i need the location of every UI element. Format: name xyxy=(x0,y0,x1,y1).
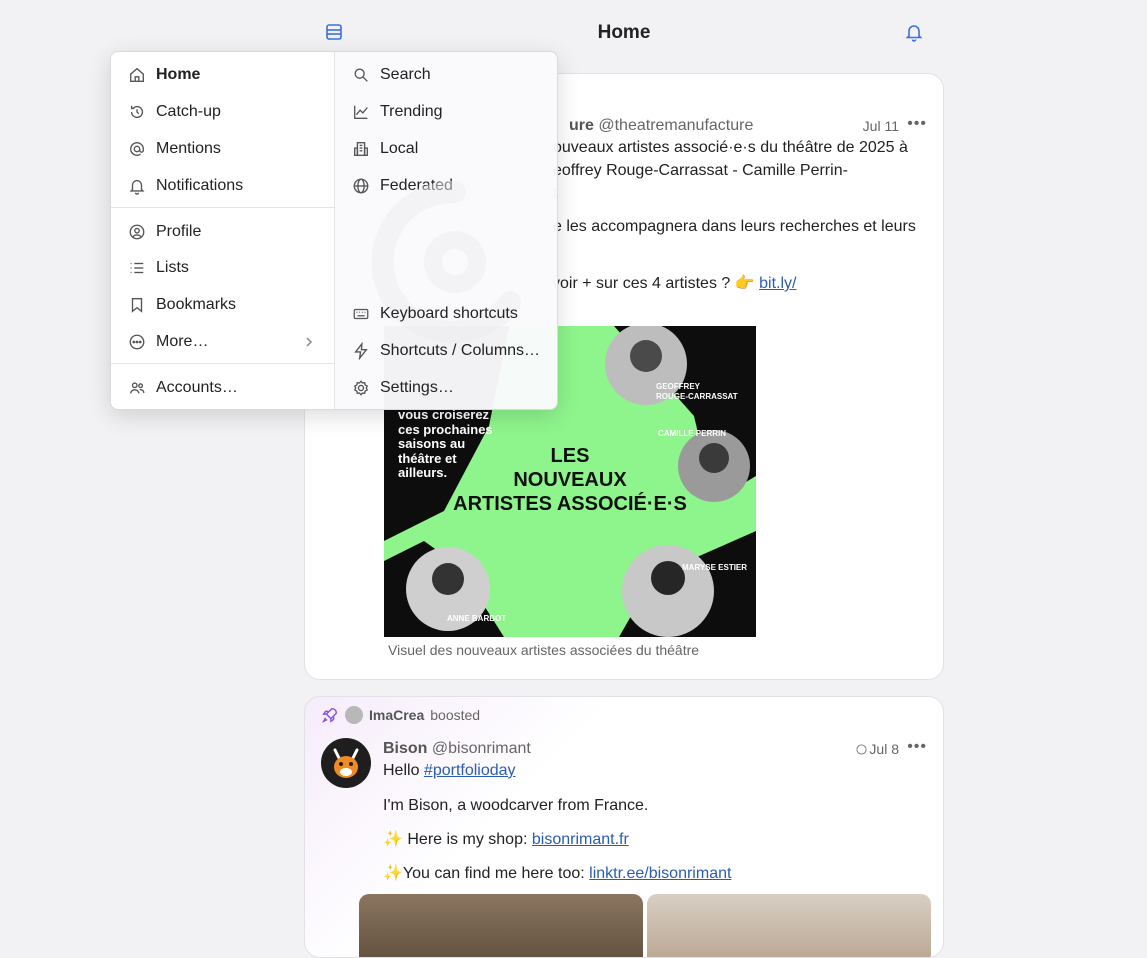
menu-item-keyboard-shortcuts[interactable]: Keyboard shortcuts xyxy=(335,297,557,331)
home-icon xyxy=(130,67,144,82)
text-line: eoffrey Rouge-Carrassat - Camille Perrin… xyxy=(553,162,848,179)
menu-item-trending[interactable]: Trending xyxy=(335,95,557,129)
catchup-icon xyxy=(130,105,144,119)
page-title: Home xyxy=(597,22,651,43)
artist-name-label: MARYSE ESTIER xyxy=(682,563,748,572)
status-paragraph: ✨ Here is my shop: bisonrimant.fr xyxy=(383,831,629,848)
status-author[interactable]: Bison @bisonrimant xyxy=(383,740,531,758)
booster-avatar[interactable] xyxy=(345,706,363,724)
menu-item-settings[interactable]: Settings… xyxy=(335,371,557,405)
avatar[interactable] xyxy=(321,738,371,788)
users-icon xyxy=(130,382,145,394)
artist-name-label: ANNE BARBOT xyxy=(447,614,507,623)
menu-item-profile[interactable]: Profile xyxy=(111,215,334,249)
more-icon xyxy=(129,334,145,350)
author-handle: @bisonrimant xyxy=(431,740,531,757)
menu-item-accounts[interactable]: Accounts… xyxy=(111,371,334,405)
menu-item-home[interactable]: Home xyxy=(111,58,334,92)
search-icon xyxy=(354,68,368,82)
menu-divider xyxy=(111,207,334,208)
bell-icon[interactable] xyxy=(904,22,924,42)
menu-item-local[interactable]: Local xyxy=(335,132,557,166)
menu-item-search[interactable]: Search xyxy=(335,58,557,92)
status-paragraph: voir + sur ces 4 artistes ? 👉 bit.ly/ xyxy=(552,275,797,292)
status-card[interactable]: ImaCrea boosted Bison @bisonrimant Jul 8… xyxy=(304,696,944,958)
status-date[interactable]: Jul 8 xyxy=(856,741,899,757)
menu-item-more[interactable]: More… xyxy=(111,325,334,359)
text-line: ouveaux artistes associé·e·s du théâtre … xyxy=(553,139,908,156)
keyboard-icon xyxy=(353,308,369,320)
status-paragraph: I'm Bison, a woodcarver from France. xyxy=(383,797,649,814)
menu-divider xyxy=(111,363,334,364)
artist-name-label: CAMILLE PERRIN xyxy=(658,429,726,438)
trending-icon xyxy=(354,105,368,119)
chevron-right-icon xyxy=(306,337,313,347)
menu-column-right: Search Trending Local Federated Keyboard… xyxy=(335,52,557,409)
media-thumbnail[interactable] xyxy=(647,894,931,957)
bell-icon xyxy=(129,179,145,195)
text-line: t xyxy=(553,182,908,205)
status-link[interactable]: bit.ly/ xyxy=(759,275,796,292)
status-paragraph: e les accompagnera dans leurs recherches… xyxy=(553,218,916,235)
more-options-icon[interactable]: ••• xyxy=(907,738,927,756)
author-name: Bison xyxy=(383,740,428,757)
bookmark-icon xyxy=(131,298,143,313)
media-thumbnail[interactable] xyxy=(359,894,643,957)
media-caption: Visuel des nouveaux artistes associées d… xyxy=(388,642,700,658)
menu-item-shortcuts-columns[interactable]: Shortcuts / Columns… xyxy=(335,334,557,368)
menu-column-left: Home Catch-up Mentions Notifications Pro… xyxy=(111,52,335,409)
menu-item-bookmarks[interactable]: Bookmarks xyxy=(111,288,334,322)
author-name: ure xyxy=(569,117,594,134)
globe-icon xyxy=(856,743,867,755)
bolt-icon xyxy=(354,342,368,360)
media-headline: LES NOUVEAUX ARTISTES ASSOCIÉ·E·S xyxy=(453,445,687,515)
menu-item-mentions[interactable]: Mentions xyxy=(111,132,334,166)
building-icon xyxy=(354,142,368,156)
booster-name[interactable]: ImaCrea xyxy=(369,707,424,723)
artist-name-label: GEOFFREY ROUGE-CARRASSAT xyxy=(656,382,738,401)
gear-icon xyxy=(353,380,369,396)
status-author[interactable]: ure @theatremanufacture xyxy=(569,117,753,135)
rocket-icon xyxy=(322,707,338,723)
hashtag-link[interactable]: #portfolioday xyxy=(424,762,516,779)
at-icon xyxy=(130,141,144,156)
user-circle-icon xyxy=(129,224,145,240)
status-link[interactable]: bisonrimant.fr xyxy=(532,831,629,848)
navigation-menu: Home Catch-up Mentions Notifications Pro… xyxy=(110,51,558,410)
menu-item-catch-up[interactable]: Catch-up xyxy=(111,95,334,129)
menu-item-notifications[interactable]: Notifications xyxy=(111,169,334,203)
status-paragraph: ✨You can find me here too: linktr.ee/bis… xyxy=(383,865,732,882)
list-icon xyxy=(130,262,144,274)
status-link[interactable]: linktr.ee/bisonrimant xyxy=(589,865,731,882)
boost-info: ImaCrea boosted xyxy=(321,706,480,724)
status-content: ouveaux artistes associé·e·s du théâtre … xyxy=(553,136,908,205)
more-options-icon[interactable]: ••• xyxy=(907,115,927,133)
boosted-label: boosted xyxy=(430,707,481,723)
author-handle: @theatremanufacture xyxy=(598,117,754,134)
status-date[interactable]: Jul 11 xyxy=(863,118,899,134)
menu-item-lists[interactable]: Lists xyxy=(111,251,334,285)
status-paragraph: Hello #portfolioday xyxy=(383,762,516,779)
